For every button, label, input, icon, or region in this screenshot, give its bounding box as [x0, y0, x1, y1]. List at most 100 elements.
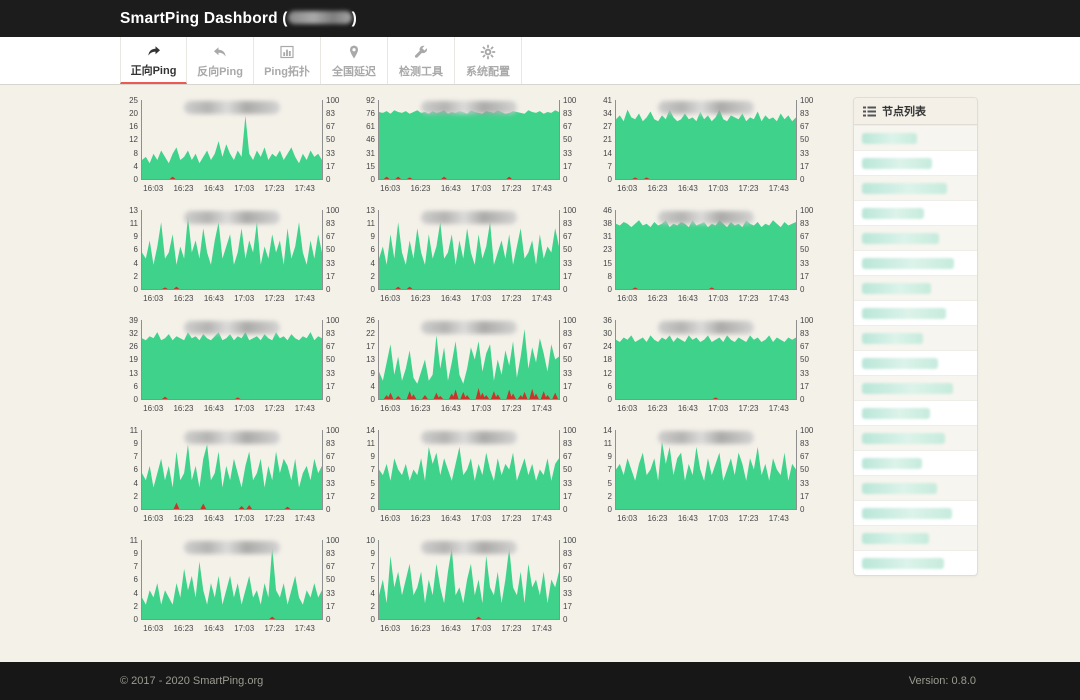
redacted-node-name [862, 183, 947, 194]
y-axis-right-ticks: 100 83 67 50 33 17 0 [326, 206, 340, 294]
gear-icon [480, 44, 496, 60]
tab-反向Ping[interactable]: 反向Ping [187, 37, 254, 84]
chart-title-redacted [658, 321, 754, 334]
node-list-item-3[interactable] [854, 175, 977, 200]
tab-全国延迟[interactable]: 全国延迟 [321, 37, 388, 84]
node-list-item-17[interactable] [854, 525, 977, 550]
y-axis-left-ticks: 10 9 7 5 4 2 0 [366, 536, 375, 624]
ping-chart-1[interactable]: 25 20 16 12 8 4 0 100 83 67 50 33 17 0 16:03 16:23 16:43… [120, 96, 357, 196]
tab-Ping拓扑[interactable]: Ping拓扑 [254, 37, 321, 84]
node-list-item-12[interactable] [854, 400, 977, 425]
ping-chart-8[interactable]: 26 22 17 13 9 4 0 100 83 67 50 33 17 0 16:03 16:23 16:43… [357, 316, 594, 416]
node-list-item-2[interactable] [854, 150, 977, 175]
tab-label: 正向Ping [130, 65, 177, 77]
y-axis-left-ticks: 13 11 9 6 4 2 0 [366, 206, 375, 294]
chart-title-redacted [184, 101, 280, 114]
redacted-node-name [862, 308, 946, 319]
x-axis-ticks: 16:03 16:23 16:43 17:03 17:23 17:43 [617, 184, 789, 193]
chart-title-redacted [658, 431, 754, 444]
node-list-item-13[interactable] [854, 425, 977, 450]
node-list-item-18[interactable] [854, 550, 977, 575]
y-axis-left-ticks: 41 34 27 21 14 7 0 [603, 96, 612, 184]
redacted-node-name [862, 433, 945, 444]
node-list-item-1[interactable] [854, 125, 977, 150]
redacted-node-name [862, 283, 931, 294]
redacted-node-name [862, 508, 952, 519]
node-list-item-14[interactable] [854, 450, 977, 475]
y-axis-left-ticks: 26 22 17 13 9 4 0 [366, 316, 375, 404]
ping-chart-6[interactable]: 46 38 31 23 15 8 0 100 83 67 50 33 17 0 16:03 16:23 16:4… [594, 206, 831, 306]
y-axis-right-ticks: 100 83 67 50 33 17 0 [563, 316, 577, 404]
ping-chart-11[interactable]: 14 11 9 7 5 2 0 100 83 67 50 33 17 0 16:03 16:23 16:43 17… [357, 426, 594, 526]
tab-正向Ping[interactable]: 正向Ping [120, 37, 187, 84]
x-axis-ticks: 16:03 16:23 16:43 17:03 17:23 17:43 [380, 184, 552, 193]
chart-title-redacted [421, 541, 517, 554]
x-axis-ticks: 16:03 16:23 16:43 17:03 17:23 17:43 [380, 624, 552, 633]
y-axis-right-ticks: 100 83 67 50 33 17 0 [563, 536, 577, 624]
node-list-item-7[interactable] [854, 275, 977, 300]
node-list-item-5[interactable] [854, 225, 977, 250]
redacted-node-name [862, 208, 924, 219]
map-marker-icon [346, 44, 362, 60]
node-list-item-9[interactable] [854, 325, 977, 350]
chart-grid: 25 20 16 12 8 4 0 100 83 67 50 33 17 0 16:03 16:23 16:43… [120, 96, 831, 636]
redacted-hostname [287, 11, 352, 24]
chart-title-redacted [184, 321, 280, 334]
x-axis-ticks: 16:03 16:23 16:43 17:03 17:23 17:43 [617, 294, 789, 303]
redacted-node-name [862, 558, 944, 569]
page-title: SmartPing Dashbord () [120, 10, 358, 27]
ping-chart-10[interactable]: 11 9 7 6 4 2 0 100 83 67 50 33 17 0 16:03 16:23 16:43 17:… [120, 426, 357, 526]
redacted-node-name [862, 133, 917, 144]
y-axis-right-ticks: 100 83 67 50 33 17 0 [800, 426, 814, 514]
node-list-item-4[interactable] [854, 200, 977, 225]
tab-label: 系统配置 [466, 66, 510, 78]
y-axis-right-ticks: 100 83 67 50 33 17 0 [800, 206, 814, 294]
tab-检测工具[interactable]: 检测工具 [388, 37, 455, 84]
y-axis-right-ticks: 100 83 67 50 33 17 0 [563, 426, 577, 514]
node-list-item-15[interactable] [854, 475, 977, 500]
x-axis-ticks: 16:03 16:23 16:43 17:03 17:23 17:43 [143, 404, 315, 413]
tab-label: 全国延迟 [332, 66, 376, 78]
node-list-item-8[interactable] [854, 300, 977, 325]
chart-title-redacted [421, 211, 517, 224]
redacted-node-name [862, 533, 929, 544]
x-axis-ticks: 16:03 16:23 16:43 17:03 17:23 17:43 [143, 184, 315, 193]
y-axis-left-ticks: 39 32 26 19 13 6 0 [129, 316, 138, 404]
redacted-node-name [862, 258, 954, 269]
ping-chart-7[interactable]: 39 32 26 19 13 6 0 100 83 67 50 33 17 0 16:03 16:23 16:4… [120, 316, 357, 416]
nav-tabs: 正向Ping 反向Ping Ping拓扑 全国延迟 检测工具 系统配置 [120, 37, 1080, 84]
ping-chart-9[interactable]: 36 30 24 18 12 6 0 100 83 67 50 33 17 0 16:03 16:23 16:4… [594, 316, 831, 416]
ping-chart-3[interactable]: 41 34 27 21 14 7 0 100 83 67 50 33 17 0 16:03 16:23 16:4… [594, 96, 831, 196]
reply-arrow-icon [212, 44, 228, 60]
y-axis-left-ticks: 36 30 24 18 12 6 0 [603, 316, 612, 404]
x-axis-ticks: 16:03 16:23 16:43 17:03 17:23 17:43 [380, 404, 552, 413]
redacted-node-name [862, 408, 930, 419]
x-axis-ticks: 16:03 16:23 16:43 17:03 17:23 17:43 [143, 514, 315, 523]
tab-label: 检测工具 [399, 66, 443, 78]
y-axis-right-ticks: 100 83 67 50 33 17 0 [563, 206, 577, 294]
chart-title-redacted [658, 211, 754, 224]
node-list-item-11[interactable] [854, 375, 977, 400]
ping-chart-5[interactable]: 13 11 9 6 4 2 0 100 83 67 50 33 17 0 16:03 16:23 16:43 17… [357, 206, 594, 306]
ping-chart-13[interactable]: 11 9 7 6 4 2 0 100 83 67 50 33 17 0 16:03 16:23 16:43 17:… [120, 536, 357, 636]
y-axis-right-ticks: 100 83 67 50 33 17 0 [326, 536, 340, 624]
ping-chart-14[interactable]: 10 9 7 5 4 2 0 100 83 67 50 33 17 0 16:03 16:23 16:43 17:… [357, 536, 594, 636]
ping-chart-2[interactable]: 92 76 61 46 31 15 0 100 83 67 50 33 17 0 16:03 16:23 16:… [357, 97, 594, 196]
header-bar: SmartPing Dashbord () [0, 0, 1080, 37]
node-list-item-6[interactable] [854, 250, 977, 275]
y-axis-right-ticks: 100 83 67 50 33 17 0 [800, 96, 814, 184]
ping-chart-4[interactable]: 13 11 9 6 4 2 0 100 83 67 50 33 17 0 16:03 16:23 16:43 17… [120, 206, 357, 306]
y-axis-right-ticks: 100 83 67 50 33 17 0 [326, 426, 340, 514]
x-axis-ticks: 16:03 16:23 16:43 17:03 17:23 17:43 [380, 294, 552, 303]
redacted-node-name [862, 383, 953, 394]
chart-title-redacted [184, 211, 280, 224]
y-axis-right-ticks: 100 83 67 50 33 17 0 [326, 96, 340, 184]
node-list-item-10[interactable] [854, 350, 977, 375]
footer-bar: © 2017 - 2020 SmartPing.org Version: 0.8… [0, 662, 1080, 700]
list-icon [863, 106, 876, 116]
node-list-item-16[interactable] [854, 500, 977, 525]
ping-chart-12[interactable]: 14 11 9 7 5 2 0 100 83 67 50 33 17 0 16:03 16:23 16:43 17… [594, 426, 831, 526]
chart-title-redacted [184, 431, 280, 444]
tab-系统配置[interactable]: 系统配置 [455, 37, 522, 84]
wrench-icon [413, 44, 429, 60]
